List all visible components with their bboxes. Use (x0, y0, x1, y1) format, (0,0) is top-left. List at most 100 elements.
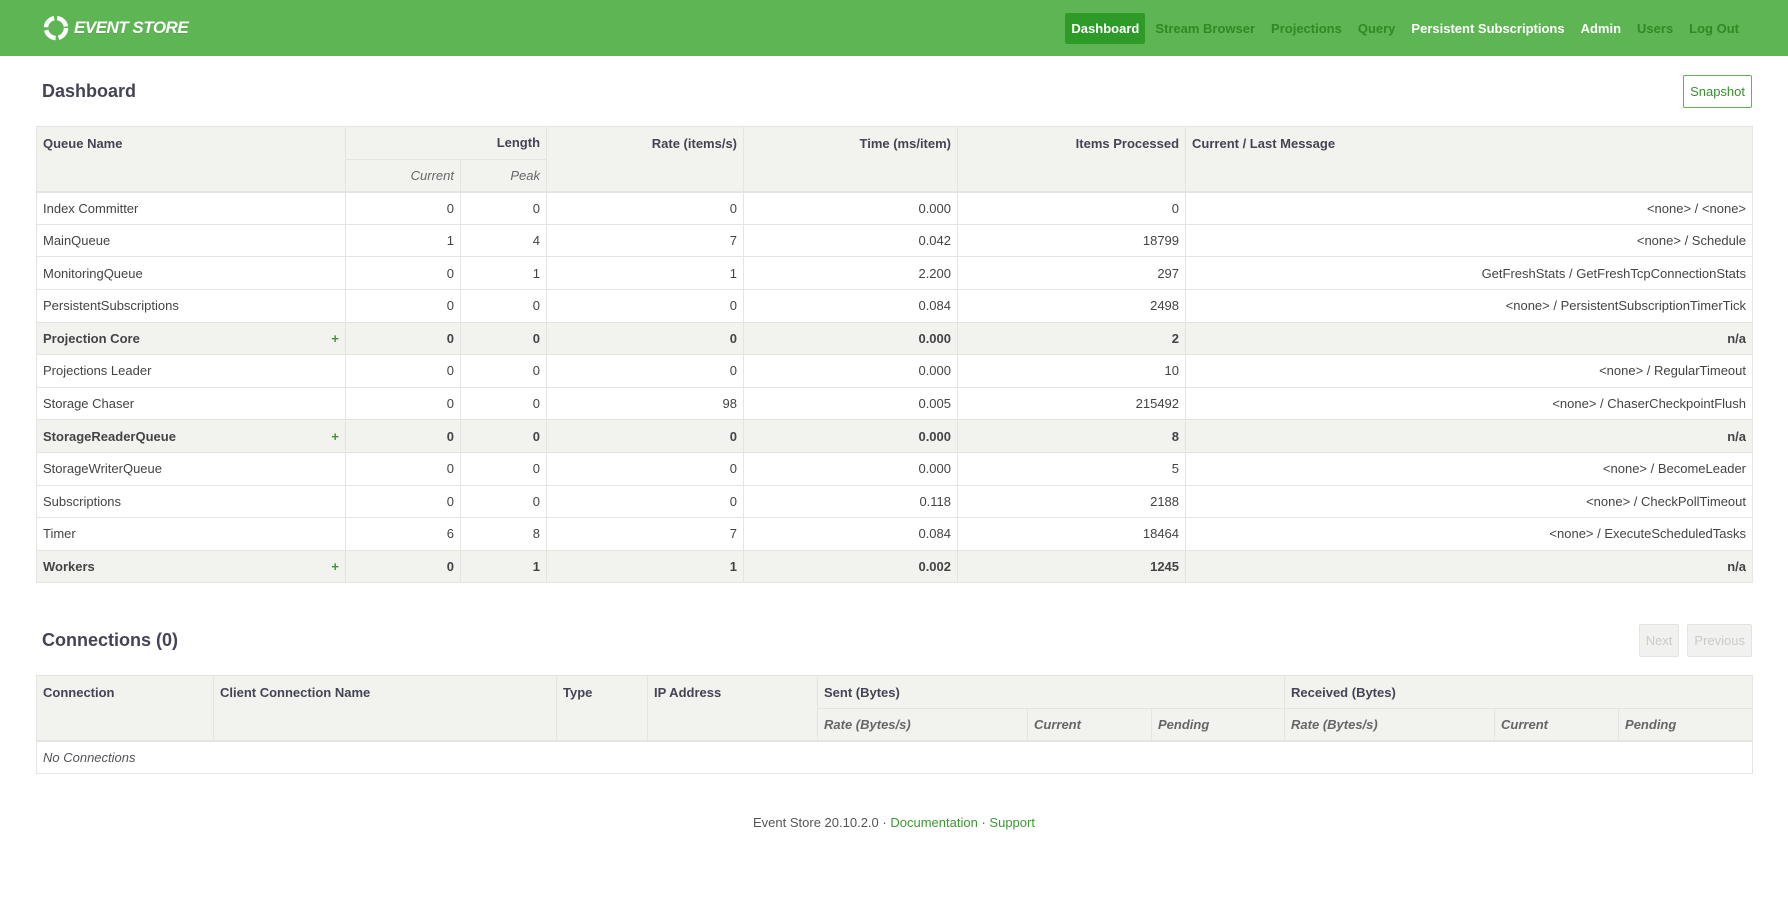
queue-processed: 2 (957, 321, 1187, 356)
col-sent-pending: Pending (1150, 707, 1286, 742)
table-row: MainQueue 1 4 7 0.042 18799 <none> / Sch… (36, 223, 1754, 258)
queue-processed: 8 (957, 419, 1187, 453)
queue-peak: 0 (459, 386, 548, 421)
nav-users[interactable]: Users (1631, 13, 1679, 44)
nav-admin[interactable]: Admin (1575, 13, 1627, 44)
queue-processed: 2188 (957, 484, 1187, 519)
queue-time: 0.000 (743, 354, 959, 388)
queue-message: <none> / Schedule (1185, 223, 1754, 258)
expand-plus-icon[interactable]: + (331, 559, 339, 574)
queue-processed: 1245 (957, 549, 1187, 584)
table-row-group[interactable]: Workers + 0 1 1 0.002 1245 n/a (36, 549, 1754, 584)
pagination: Next Previous (1631, 623, 1752, 657)
queue-current: 0 (345, 451, 461, 486)
queue-name: Timer (36, 517, 346, 551)
col-sent-current: Current (1027, 707, 1152, 742)
queue-message: <none> / ChaserCheckpointFlush (1185, 386, 1754, 421)
queue-current: 0 (345, 321, 461, 356)
queue-peak: 8 (459, 517, 548, 551)
queue-message: n/a (1185, 419, 1754, 453)
footer: Event Store 20.10.2.0 · Documentation · … (36, 815, 1752, 830)
queue-current: 0 (345, 419, 461, 453)
table-row-group[interactable]: StorageReaderQueue + 0 0 0 0.000 8 n/a (36, 419, 1754, 453)
queue-time: 2.200 (743, 256, 959, 290)
table-row: Subscriptions 0 0 0 0.118 2188 <none> / … (36, 484, 1754, 519)
event-store-logo[interactable]: EVENT STORE (42, 14, 189, 42)
table-row: Timer 6 8 7 0.084 18464 <none> / Execute… (36, 517, 1754, 551)
main-content: Dashboard Snapshot Queue Name Length Rat… (0, 56, 1788, 830)
queue-name: Workers + (36, 549, 346, 584)
queue-processed: 18799 (957, 223, 1187, 258)
queue-name: StorageReaderQueue + (36, 419, 346, 453)
queue-current: 0 (345, 386, 461, 421)
queue-rate: 0 (546, 191, 745, 225)
col-received-current: Current (1494, 707, 1620, 742)
logo-text: EVENT STORE (74, 18, 189, 37)
queue-processed: 215492 (957, 386, 1187, 421)
footer-separator: · (981, 815, 986, 831)
table-row: Projections Leader 0 0 0 0.000 10 <none>… (36, 354, 1754, 388)
queue-rate: 0 (546, 288, 745, 323)
expand-plus-icon[interactable]: + (331, 429, 339, 444)
empty-message: No Connections (35, 740, 1754, 775)
queue-rate: 0 (546, 484, 745, 519)
documentation-link[interactable]: Documentation (890, 815, 977, 830)
queue-current: 0 (345, 549, 461, 584)
previous-button[interactable]: Previous (1687, 623, 1752, 657)
queue-current: 0 (345, 256, 461, 290)
group-name: StorageReaderQueue (43, 428, 176, 444)
next-button[interactable]: Next (1638, 623, 1680, 657)
group-name: Projection Core (43, 330, 140, 346)
queue-rate: 1 (546, 256, 745, 290)
support-link[interactable]: Support (989, 815, 1035, 830)
queue-current: 0 (345, 484, 461, 519)
queue-rate: 0 (546, 419, 745, 453)
queue-time: 0.000 (743, 419, 959, 453)
queue-rate: 0 (546, 321, 745, 356)
nav-dashboard[interactable]: Dashboard (1065, 12, 1146, 44)
queue-message: GetFreshStats / GetFreshTcpConnectionSta… (1185, 256, 1754, 290)
col-received: Received (Bytes) (1284, 675, 1754, 709)
queue-message: <none> / ExecuteScheduledTasks (1185, 517, 1754, 551)
queue-peak: 1 (459, 549, 548, 584)
table-row: No Connections (35, 740, 1754, 775)
version-text: Event Store 20.10.2.0 (753, 815, 879, 831)
col-ip-address: IP Address (647, 675, 818, 742)
queue-name: MainQueue (36, 223, 346, 258)
queue-message: <none> / <none> (1185, 191, 1754, 225)
snapshot-button[interactable]: Snapshot (1683, 74, 1752, 108)
queue-peak: 4 (459, 223, 548, 258)
col-length-peak: Peak (459, 158, 548, 193)
queue-peak: 1 (459, 256, 548, 290)
queue-name: StorageWriterQueue (36, 451, 346, 486)
table-row-group[interactable]: Projection Core + 0 0 0 0.000 2 n/a (36, 321, 1754, 356)
table-row: PersistentSubscriptions 0 0 0 0.084 2498… (36, 288, 1754, 323)
queue-current: 0 (345, 288, 461, 323)
event-store-logo-icon (43, 15, 69, 41)
queue-time: 0.002 (743, 549, 959, 584)
col-connection: Connection (36, 675, 214, 742)
queue-time: 0.000 (743, 451, 959, 486)
col-items-processed: Items Processed (957, 125, 1187, 193)
nav-stream-browser[interactable]: Stream Browser (1149, 13, 1261, 44)
table-row: StorageWriterQueue 0 0 0 0.000 5 <none> … (36, 451, 1754, 486)
queue-time: 0.084 (743, 517, 959, 551)
queue-peak: 0 (459, 419, 548, 453)
queue-peak: 0 (459, 354, 548, 388)
queue-time: 0.000 (743, 191, 959, 225)
page-title: Dashboard (42, 80, 137, 101)
nav-log-out[interactable]: Log Out (1683, 13, 1745, 44)
main-nav: Dashboard Stream Browser Projections Que… (1065, 12, 1745, 44)
expand-plus-icon[interactable]: + (331, 331, 339, 346)
nav-persistent-subscriptions[interactable]: Persistent Subscriptions (1405, 13, 1570, 44)
queue-message: <none> / CheckPollTimeout (1185, 484, 1754, 519)
queue-name: Projections Leader (36, 354, 346, 388)
nav-query[interactable]: Query (1352, 13, 1402, 44)
col-received-pending: Pending (1618, 707, 1754, 742)
queues-table: Queue Name Length Rate (items/s) Time (m… (36, 125, 1754, 584)
col-received-rate: Rate (Bytes/s) (1284, 707, 1496, 742)
col-sent-rate: Rate (Bytes/s) (817, 707, 1028, 742)
col-message: Current / Last Message (1185, 125, 1754, 193)
group-name: Workers (43, 559, 95, 575)
nav-projections[interactable]: Projections (1265, 13, 1348, 44)
